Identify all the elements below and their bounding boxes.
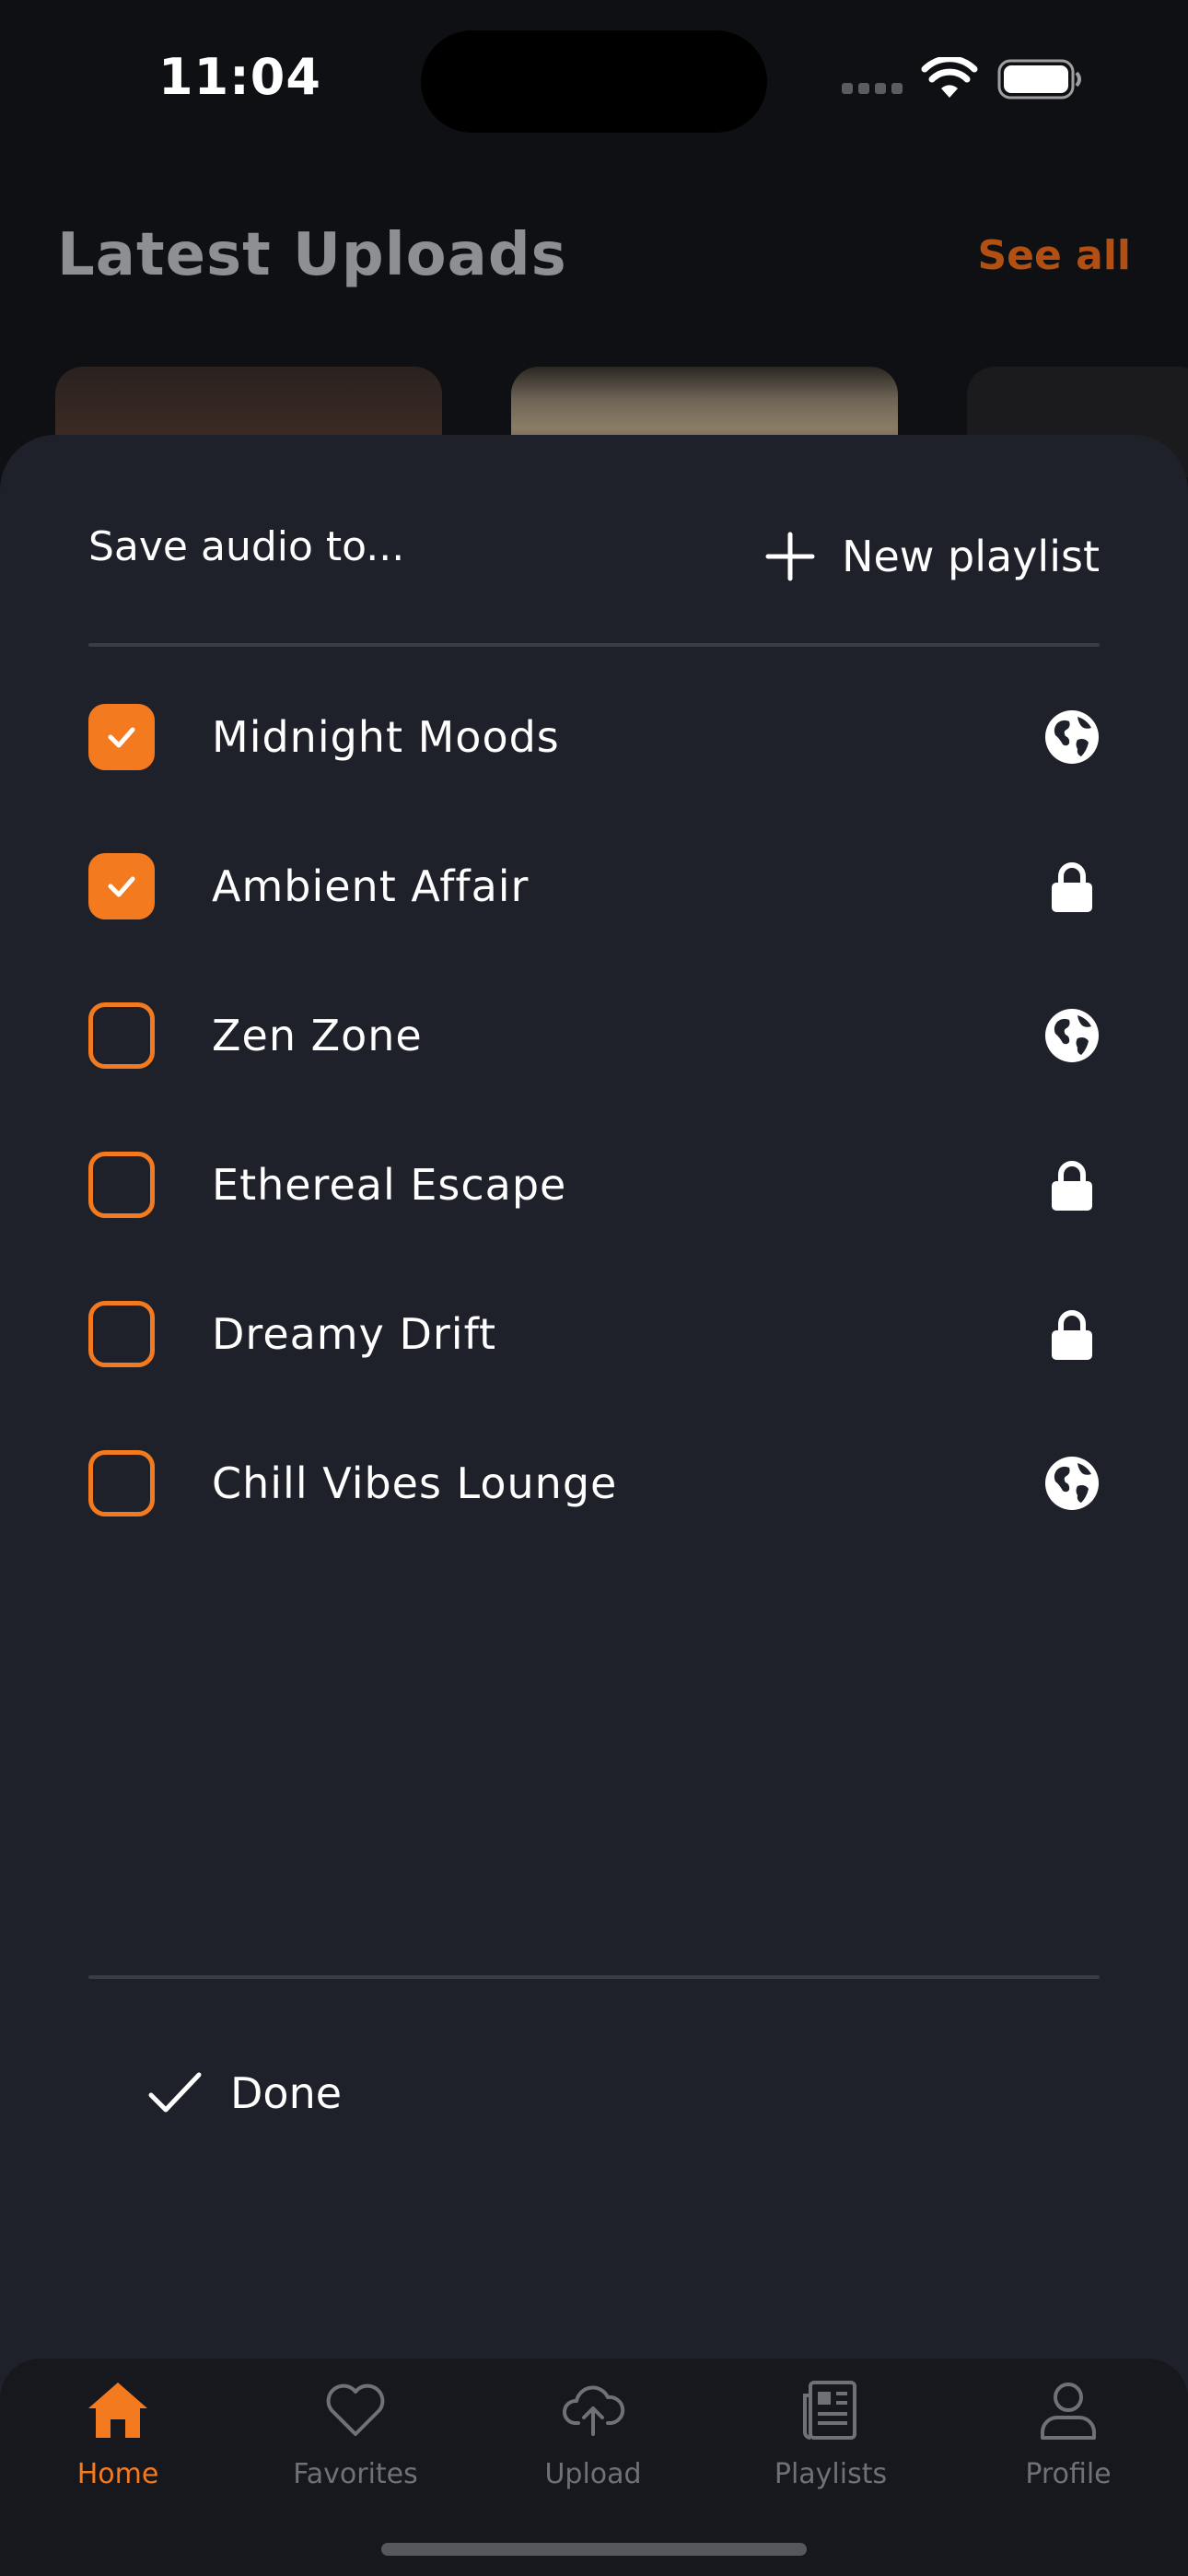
latest-uploads-title: Latest Uploads (57, 221, 567, 289)
home-indicator (381, 2543, 807, 2556)
tab-label: Playlists (774, 2458, 888, 2490)
globe-icon (1045, 710, 1099, 764)
playlist-checkbox[interactable] (88, 1450, 155, 1516)
tab-playlists[interactable]: Playlists (729, 2377, 932, 2515)
status-time: 11:04 (158, 48, 321, 106)
lock-icon (1052, 862, 1092, 912)
divider (88, 1975, 1100, 1979)
battery-icon (997, 59, 1081, 100)
tab-home[interactable]: Home (17, 2377, 219, 2515)
playlist-checkbox[interactable] (88, 853, 155, 919)
playlist-checkbox[interactable] (88, 1152, 155, 1218)
plus-icon (765, 532, 815, 581)
home-icon (88, 2383, 147, 2438)
tab-profile[interactable]: Profile (967, 2377, 1170, 2515)
tab-label: Upload (544, 2458, 642, 2490)
new-playlist-button[interactable]: New playlist (764, 527, 1100, 586)
heart-icon (326, 2383, 385, 2436)
playlist-name: Zen Zone (212, 1011, 423, 1060)
dynamic-island (421, 30, 767, 133)
playlist-row[interactable]: Chill Vibes Lounge (88, 1446, 1100, 1520)
tab-label: Favorites (293, 2458, 418, 2490)
playlist-name: Ambient Affair (212, 861, 530, 911)
done-button[interactable]: Done (147, 2056, 342, 2130)
playlist-row[interactable]: Ambient Affair (88, 849, 1100, 923)
playlist-checkbox[interactable] (88, 1301, 155, 1367)
playlist-row[interactable]: Zen Zone (88, 999, 1100, 1072)
see-all-link[interactable]: See all (977, 232, 1131, 279)
playlist-name: Chill Vibes Lounge (212, 1458, 618, 1508)
save-to-playlist-sheet: Save audio to... New playlist Midnight M… (0, 435, 1188, 2576)
status-bar: 11:04 (0, 0, 1188, 166)
checkmark-icon (148, 2072, 202, 2113)
cellular-signal-icon (842, 83, 904, 96)
checkmark-icon (108, 876, 135, 897)
user-icon (1041, 2383, 1096, 2440)
playlist-name: Ethereal Escape (212, 1160, 567, 1210)
newspaper-icon (803, 2381, 856, 2440)
new-playlist-label: New playlist (842, 532, 1100, 581)
playlist-name: Midnight Moods (212, 712, 560, 762)
tab-favorites[interactable]: Favorites (254, 2377, 457, 2515)
tab-label: Profile (1025, 2458, 1112, 2490)
tab-label: Home (76, 2458, 159, 2490)
globe-icon (1045, 1009, 1099, 1062)
screen: 11:04 Latest Uploads See all Save audio … (0, 0, 1188, 2576)
playlist-row[interactable]: Midnight Moods (88, 700, 1100, 774)
playlist-checkbox[interactable] (88, 704, 155, 770)
playlist-row[interactable]: Dreamy Drift (88, 1297, 1100, 1371)
done-label: Done (230, 2068, 343, 2118)
checkmark-icon (108, 727, 135, 748)
sheet-title: Save audio to... (88, 523, 405, 570)
cloud-upload-icon (563, 2385, 625, 2436)
playlist-name: Dreamy Drift (212, 1309, 497, 1359)
globe-icon (1045, 1457, 1099, 1510)
wifi-icon (921, 57, 978, 98)
lock-icon (1052, 1310, 1092, 1360)
playlist-row[interactable]: Ethereal Escape (88, 1148, 1100, 1222)
divider (88, 643, 1100, 647)
playlist-checkbox[interactable] (88, 1002, 155, 1069)
lock-icon (1052, 1161, 1092, 1211)
tab-upload[interactable]: Upload (492, 2377, 694, 2515)
